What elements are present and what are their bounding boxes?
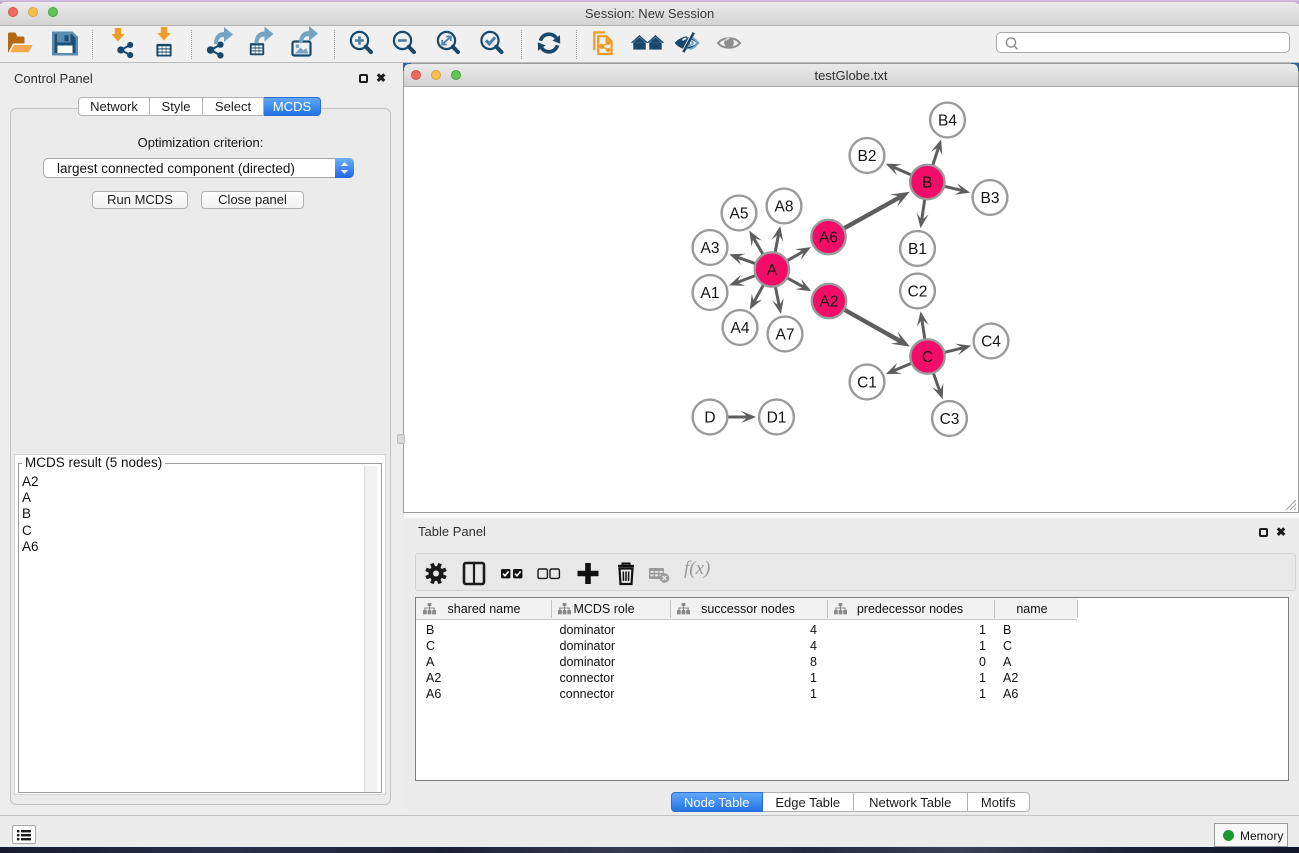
svg-text:C2: C2 [908, 284, 928, 301]
svg-text:C3: C3 [940, 411, 960, 428]
svg-text:A2: A2 [820, 294, 839, 311]
svg-text:C1: C1 [857, 375, 877, 392]
svg-text:B: B [922, 175, 932, 192]
svg-text:A3: A3 [701, 240, 720, 257]
svg-text:D1: D1 [767, 410, 787, 427]
svg-text:D: D [704, 410, 715, 427]
svg-text:B1: B1 [908, 241, 927, 258]
svg-text:B2: B2 [858, 148, 877, 165]
svg-text:A: A [767, 262, 778, 279]
svg-text:A1: A1 [701, 285, 720, 302]
svg-text:A4: A4 [731, 320, 750, 337]
svg-text:B3: B3 [981, 190, 1000, 207]
svg-text:A6: A6 [819, 230, 838, 247]
svg-text:C: C [922, 349, 933, 366]
svg-text:A5: A5 [730, 206, 749, 223]
svg-text:C4: C4 [981, 334, 1001, 351]
svg-text:A8: A8 [775, 199, 794, 216]
svg-text:B4: B4 [938, 113, 957, 130]
svg-text:A7: A7 [776, 327, 795, 344]
